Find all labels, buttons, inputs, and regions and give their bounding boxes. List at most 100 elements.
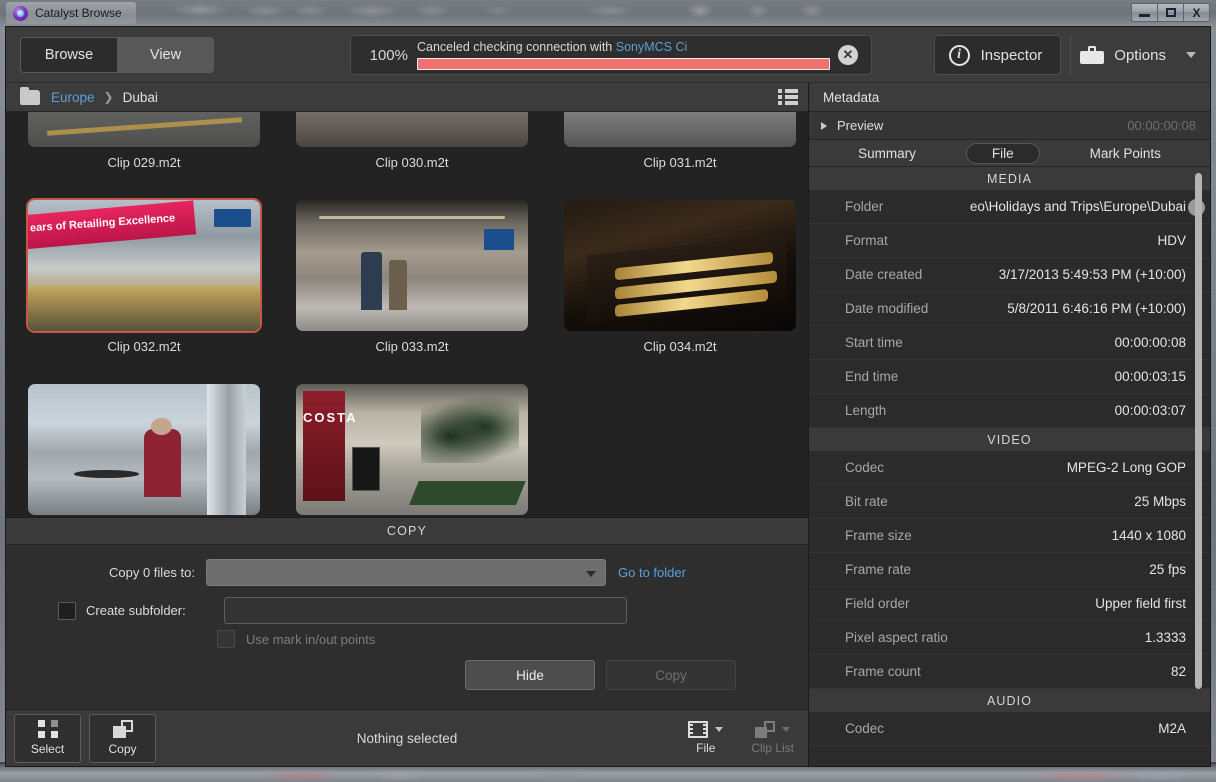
clip-item[interactable]: COSTA Clip 036.m2t (296, 384, 528, 517)
toolbar-divider (1070, 35, 1072, 75)
create-subfolder-checkbox[interactable] (58, 601, 76, 620)
clip-item[interactable]: Clip 034.m2t (564, 200, 796, 368)
maximize-button[interactable] (1157, 3, 1184, 22)
preview-label: Preview (837, 118, 884, 133)
clip-thumbnail[interactable] (28, 384, 260, 515)
triangle-right-icon[interactable] (821, 121, 827, 130)
window-controls[interactable]: X (1131, 3, 1210, 22)
inspector-button[interactable]: i Inspector (933, 35, 1062, 75)
inspector-label: Inspector (980, 46, 1043, 64)
title-bar[interactable]: Catalyst Browse X (0, 0, 1216, 26)
metadata-value: 5/8/2011 6:46:16 PM (+10:00) (1007, 301, 1186, 316)
clip-item[interactable]: Clip 029.m2t (28, 112, 260, 184)
clip-item-selected[interactable]: ears of Retailing Excellence Clip 032.m2… (28, 200, 260, 368)
go-to-folder-link[interactable]: Go to folder (618, 565, 686, 580)
chevron-down-icon[interactable] (715, 727, 724, 732)
metadata-key: Date modified (845, 301, 929, 316)
copy-destination-row: Copy 0 files to: Go to folder (6, 559, 808, 586)
metadata-value: 1.3333 (1144, 630, 1186, 645)
metadata-value: 00:00:00:08 (1114, 335, 1186, 350)
clip-label: Clip 032.m2t (107, 339, 181, 354)
chevron-down-icon[interactable] (782, 727, 791, 732)
options-button[interactable]: Options (1080, 35, 1200, 75)
metadata-value: 82 (1170, 664, 1186, 679)
metadata-tab-group[interactable]: Summary File Mark Points (809, 140, 1210, 167)
subfolder-input[interactable] (224, 597, 627, 624)
maximize-icon (1165, 8, 1176, 17)
clip-thumbnail[interactable] (296, 112, 528, 147)
use-mark-points-row: Use mark in/out points (6, 630, 808, 648)
thumbnail-shape (351, 446, 380, 492)
metadata-scrollbar-track[interactable] (1195, 169, 1206, 689)
tab-summary[interactable]: Summary (832, 143, 942, 164)
create-subfolder-label: Create subfolder: (86, 603, 186, 618)
thumbnail-shape (150, 418, 172, 436)
metadata-value: M2A (1158, 721, 1186, 736)
breadcrumb-item-europe[interactable]: Europe (51, 90, 95, 105)
status-bar-right: File Clip List (688, 721, 794, 755)
cliplist-mode-button[interactable]: Clip List (751, 721, 794, 755)
mode-tab-group[interactable]: Browse View (20, 37, 214, 73)
folder-icon (20, 86, 40, 105)
preview-timecode: 00:00:00:08 (1127, 118, 1196, 133)
thumbnail-shape (360, 252, 382, 311)
clip-list-icon (755, 721, 776, 738)
tab-view[interactable]: View (117, 38, 213, 72)
browser-pane: Europe ❯ Dubai Clip 029.m2t Clip 030.m2t… (6, 83, 809, 766)
metadata-row-end-time: End time 00:00:03:15 (809, 360, 1210, 394)
clip-thumbnail[interactable] (564, 200, 796, 331)
tab-mark-points[interactable]: Mark Points (1064, 143, 1187, 164)
metadata-key: Bit rate (845, 494, 888, 509)
clip-thumbnail[interactable]: COSTA (296, 384, 528, 515)
metadata-value: 3/17/2013 5:49:53 PM (+10:00) (998, 267, 1186, 282)
file-mode-button[interactable]: File (688, 721, 724, 755)
file-mode-icon-row (688, 721, 724, 738)
metadata-row-audio-codec: Codec M2A (809, 712, 1210, 746)
thumbnail-shape (144, 428, 182, 497)
clip-item[interactable]: Clip 035.m2t (28, 384, 260, 517)
metadata-pane: Metadata Preview 00:00:00:08 Summary Fil… (809, 83, 1210, 766)
clip-item[interactable]: Clip 030.m2t (296, 112, 528, 184)
metadata-key: Field order (845, 596, 910, 611)
clip-label: Clip 036.m2t (296, 515, 528, 517)
info-circle-icon: i (948, 44, 970, 66)
metadata-value: 00:00:03:07 (1114, 403, 1186, 418)
hide-button[interactable]: Hide (465, 660, 595, 690)
clip-grid[interactable]: Clip 029.m2t Clip 030.m2t Clip 031.m2t e… (6, 112, 808, 517)
clip-item[interactable]: Clip 031.m2t (564, 112, 796, 184)
metadata-row-pixel-aspect-ratio: Pixel aspect ratio 1.3333 (809, 621, 1210, 655)
tab-browse[interactable]: Browse (21, 38, 117, 72)
section-header-video: VIDEO (809, 428, 1210, 451)
metadata-row-start-time: Start time 00:00:00:08 (809, 326, 1210, 360)
metadata-row-date-modified: Date modified 5/8/2011 6:46:16 PM (+10:0… (809, 292, 1210, 326)
preview-row[interactable]: Preview 00:00:00:08 (809, 112, 1210, 140)
metadata-scrollbar-thumb[interactable] (1195, 173, 1202, 689)
thumbnail-shape (409, 480, 526, 505)
status-bar: Select Copy Nothing selected File Clip L… (6, 709, 808, 766)
cliplist-mode-label: Clip List (751, 741, 794, 755)
clip-thumbnail[interactable] (564, 112, 796, 147)
list-view-icon[interactable] (778, 89, 798, 106)
copy-button[interactable]: Copy (606, 660, 736, 690)
close-button[interactable]: X (1183, 3, 1210, 22)
clip-thumbnail[interactable]: ears of Retailing Excellence (28, 200, 260, 331)
clip-item[interactable]: Clip 033.m2t (296, 200, 528, 368)
progress-track (417, 58, 830, 70)
tab-file[interactable]: File (965, 142, 1040, 164)
metadata-row-format: Format HDV (809, 224, 1210, 258)
metadata-scroll-area[interactable]: MEDIA Folder eo\Holidays and Trips\Europ… (809, 167, 1210, 766)
minimize-button[interactable] (1131, 3, 1158, 22)
copy-destination-select[interactable] (206, 559, 606, 586)
metadata-value: 00:00:03:15 (1114, 369, 1186, 384)
metadata-key: Folder (845, 199, 884, 214)
metadata-key: Codec (845, 721, 885, 736)
options-label: Options (1114, 46, 1166, 64)
progress-close-icon[interactable]: ✕ (838, 45, 858, 65)
clip-thumbnail[interactable] (296, 200, 528, 331)
breadcrumb-item-dubai[interactable]: Dubai (123, 90, 158, 105)
chevron-down-icon[interactable] (1186, 52, 1196, 58)
progress-fill (418, 59, 829, 69)
cliplist-icon-row (755, 721, 791, 738)
clip-thumbnail[interactable] (28, 112, 260, 147)
use-mark-points-checkbox[interactable] (217, 630, 235, 648)
